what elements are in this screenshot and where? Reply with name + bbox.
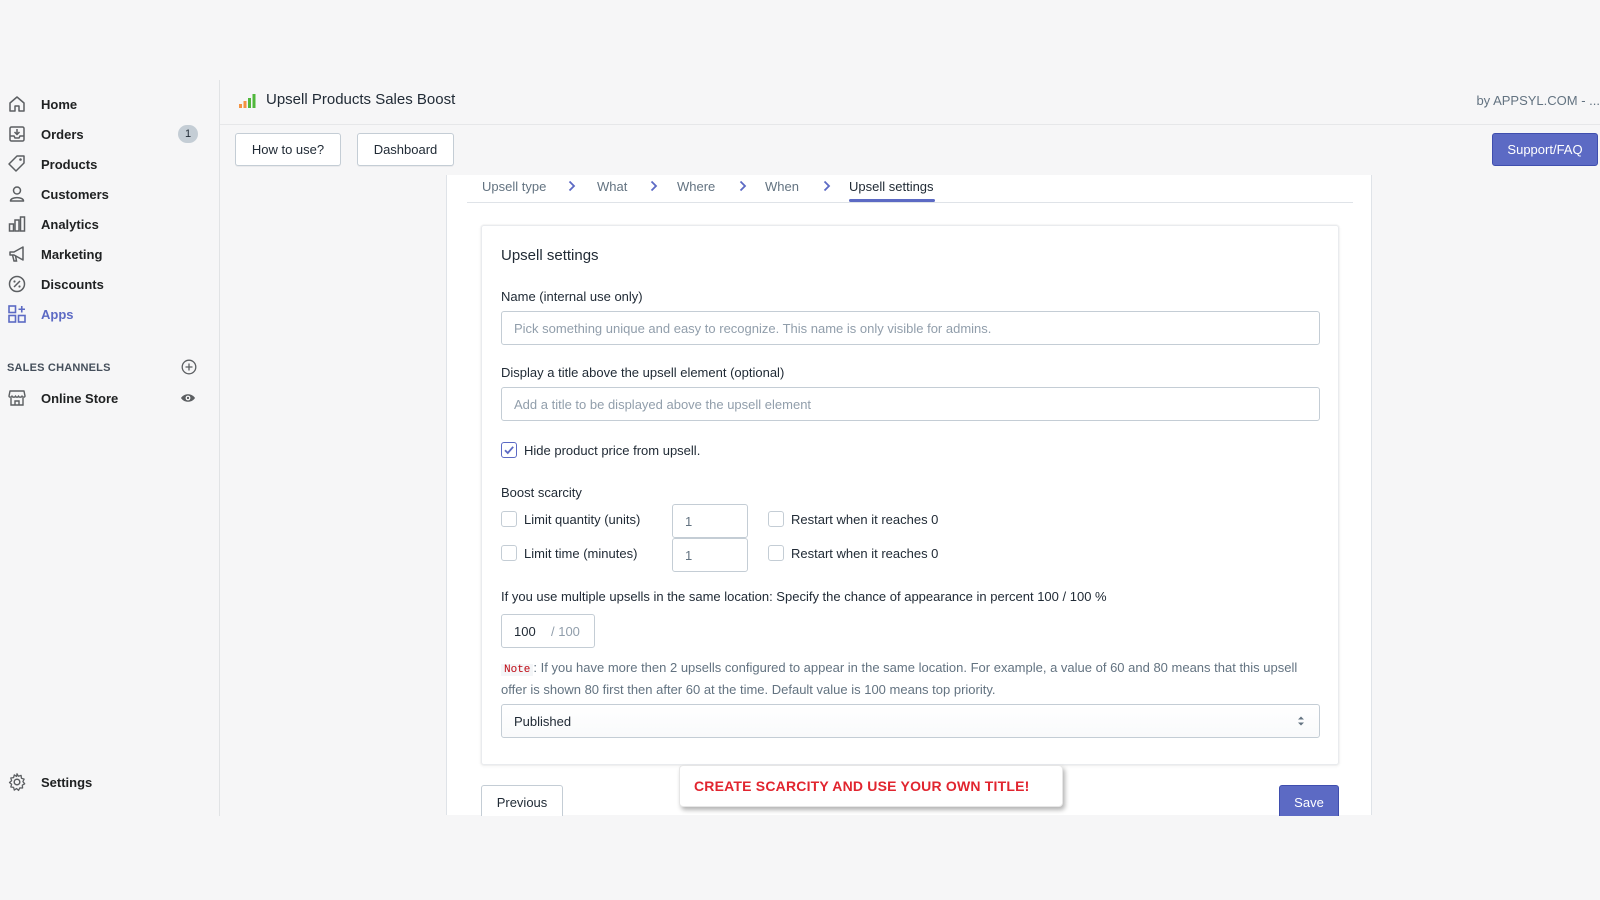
sidebar-item-label: Marketing	[41, 246, 103, 262]
person-icon	[6, 183, 28, 205]
app-title: Upsell Products Sales Boost	[266, 91, 456, 108]
sidebar-item-label: Products	[41, 156, 98, 172]
page-footer-area	[0, 816, 1600, 900]
support-faq-button[interactable]: Support/FAQ	[1492, 133, 1598, 166]
sidebar-item-products[interactable]: Products	[0, 150, 220, 178]
restart-time-label: Restart when it reaches 0	[791, 546, 939, 561]
sidebar-item-discounts[interactable]: Discounts	[0, 270, 220, 298]
restart-time-checkbox[interactable]	[768, 545, 784, 561]
sidebar-item-label: Discounts	[41, 276, 104, 292]
main-panel: Upsell type What Where When Upsell setti…	[446, 175, 1372, 819]
sidebar-item-label: Apps	[41, 306, 74, 322]
sidebar-item-analytics[interactable]: Analytics	[0, 210, 220, 238]
sidebar-item-settings[interactable]: Settings	[0, 768, 220, 796]
note-text: : If you have more then 2 upsells config…	[501, 660, 1298, 697]
note-tag: Note	[501, 664, 534, 676]
sidebar-item-apps[interactable]: Apps	[0, 300, 220, 328]
status-select[interactable]: Published	[501, 704, 1320, 738]
promo-callout-text: CREATE SCARCITY AND USE YOUR OWN TITLE!	[694, 778, 1030, 794]
previous-button[interactable]: Previous	[481, 785, 563, 819]
chance-label: If you use multiple upsells in the same …	[501, 589, 1107, 604]
app-header: Upsell Products Sales Boost by APPSYL.CO…	[220, 80, 1600, 125]
hide-price-label: Hide product price from upsell.	[524, 443, 701, 458]
limit-time-checkbox[interactable]	[501, 545, 517, 561]
orders-icon	[6, 123, 28, 145]
store-icon	[6, 387, 28, 409]
step-upsell-type[interactable]: Upsell type	[482, 179, 546, 194]
checkmark-icon	[504, 446, 514, 455]
limit-quantity-input[interactable]	[672, 504, 748, 538]
sales-channels-heading: SALES CHANNELS	[7, 362, 111, 374]
limit-time-input[interactable]	[672, 538, 748, 572]
chance-max: / 100	[551, 624, 580, 639]
active-step-indicator	[849, 199, 935, 202]
title-label: Display a title above the upsell element…	[501, 365, 785, 380]
upsell-settings-card: Upsell settings Name (internal use only)…	[481, 225, 1339, 765]
restart-quantity-label: Restart when it reaches 0	[791, 512, 939, 527]
add-channel-icon[interactable]	[181, 359, 197, 378]
gear-icon	[6, 771, 28, 793]
boost-scarcity-label: Boost scarcity	[501, 485, 582, 500]
discount-icon	[6, 273, 28, 295]
card-title: Upsell settings	[501, 247, 599, 264]
step-what[interactable]: What	[597, 179, 627, 194]
sidebar-item-online-store[interactable]: Online Store	[0, 384, 220, 412]
chance-input[interactable]: 100 / 100	[501, 614, 595, 648]
sidebar-item-label: Orders	[41, 126, 84, 142]
home-icon	[6, 93, 28, 115]
sidebar-item-home[interactable]: Home	[0, 90, 220, 118]
limit-time-label: Limit time (minutes)	[524, 546, 638, 561]
eye-icon[interactable]	[180, 390, 196, 409]
title-input[interactable]	[501, 387, 1320, 421]
sidebar-item-customers[interactable]: Customers	[0, 180, 220, 208]
promo-callout: CREATE SCARCITY AND USE YOUR OWN TITLE!	[679, 765, 1063, 807]
step-navigation: Upsell type What Where When Upsell setti…	[467, 175, 1353, 203]
tag-icon	[6, 153, 28, 175]
sidebar: Home Orders 1 Products Customers Analyti…	[0, 80, 220, 816]
apps-icon	[6, 303, 28, 325]
chevron-right-icon	[738, 180, 748, 195]
sidebar-item-label: Online Store	[41, 390, 119, 406]
sidebar-item-orders[interactable]: Orders 1	[0, 120, 220, 148]
priority-note: Note: If you have more then 2 upsells co…	[501, 658, 1321, 700]
sidebar-item-label: Customers	[41, 186, 109, 202]
dashboard-button[interactable]: Dashboard	[357, 133, 454, 166]
chevron-right-icon	[649, 180, 659, 195]
sidebar-item-label: Analytics	[41, 216, 99, 232]
status-select-value: Published	[514, 714, 572, 729]
step-where[interactable]: Where	[677, 179, 715, 194]
orders-count-badge: 1	[178, 125, 198, 143]
restart-quantity-checkbox[interactable]	[768, 511, 784, 527]
hide-price-checkbox[interactable]	[501, 442, 517, 458]
save-button[interactable]: Save	[1279, 785, 1339, 819]
chance-value: 100	[514, 624, 536, 639]
name-label: Name (internal use only)	[501, 289, 643, 304]
how-to-use-button[interactable]: How to use?	[235, 133, 341, 166]
signal-bars-icon	[238, 93, 256, 112]
step-when[interactable]: When	[765, 179, 799, 194]
megaphone-icon	[6, 243, 28, 265]
limit-quantity-checkbox[interactable]	[501, 511, 517, 527]
select-arrows-icon	[1297, 715, 1305, 730]
chevron-right-icon	[822, 180, 832, 195]
app-vendor-link[interactable]: by APPSYL.COM - ...	[1476, 93, 1600, 108]
step-upsell-settings[interactable]: Upsell settings	[849, 179, 934, 194]
sidebar-item-marketing[interactable]: Marketing	[0, 240, 220, 268]
sidebar-item-label: Home	[41, 96, 78, 112]
chevron-right-icon	[567, 180, 577, 195]
sidebar-item-label: Settings	[41, 774, 93, 790]
limit-quantity-label: Limit quantity (units)	[524, 512, 641, 527]
bar-chart-icon	[6, 213, 28, 235]
name-input[interactable]	[501, 311, 1320, 345]
